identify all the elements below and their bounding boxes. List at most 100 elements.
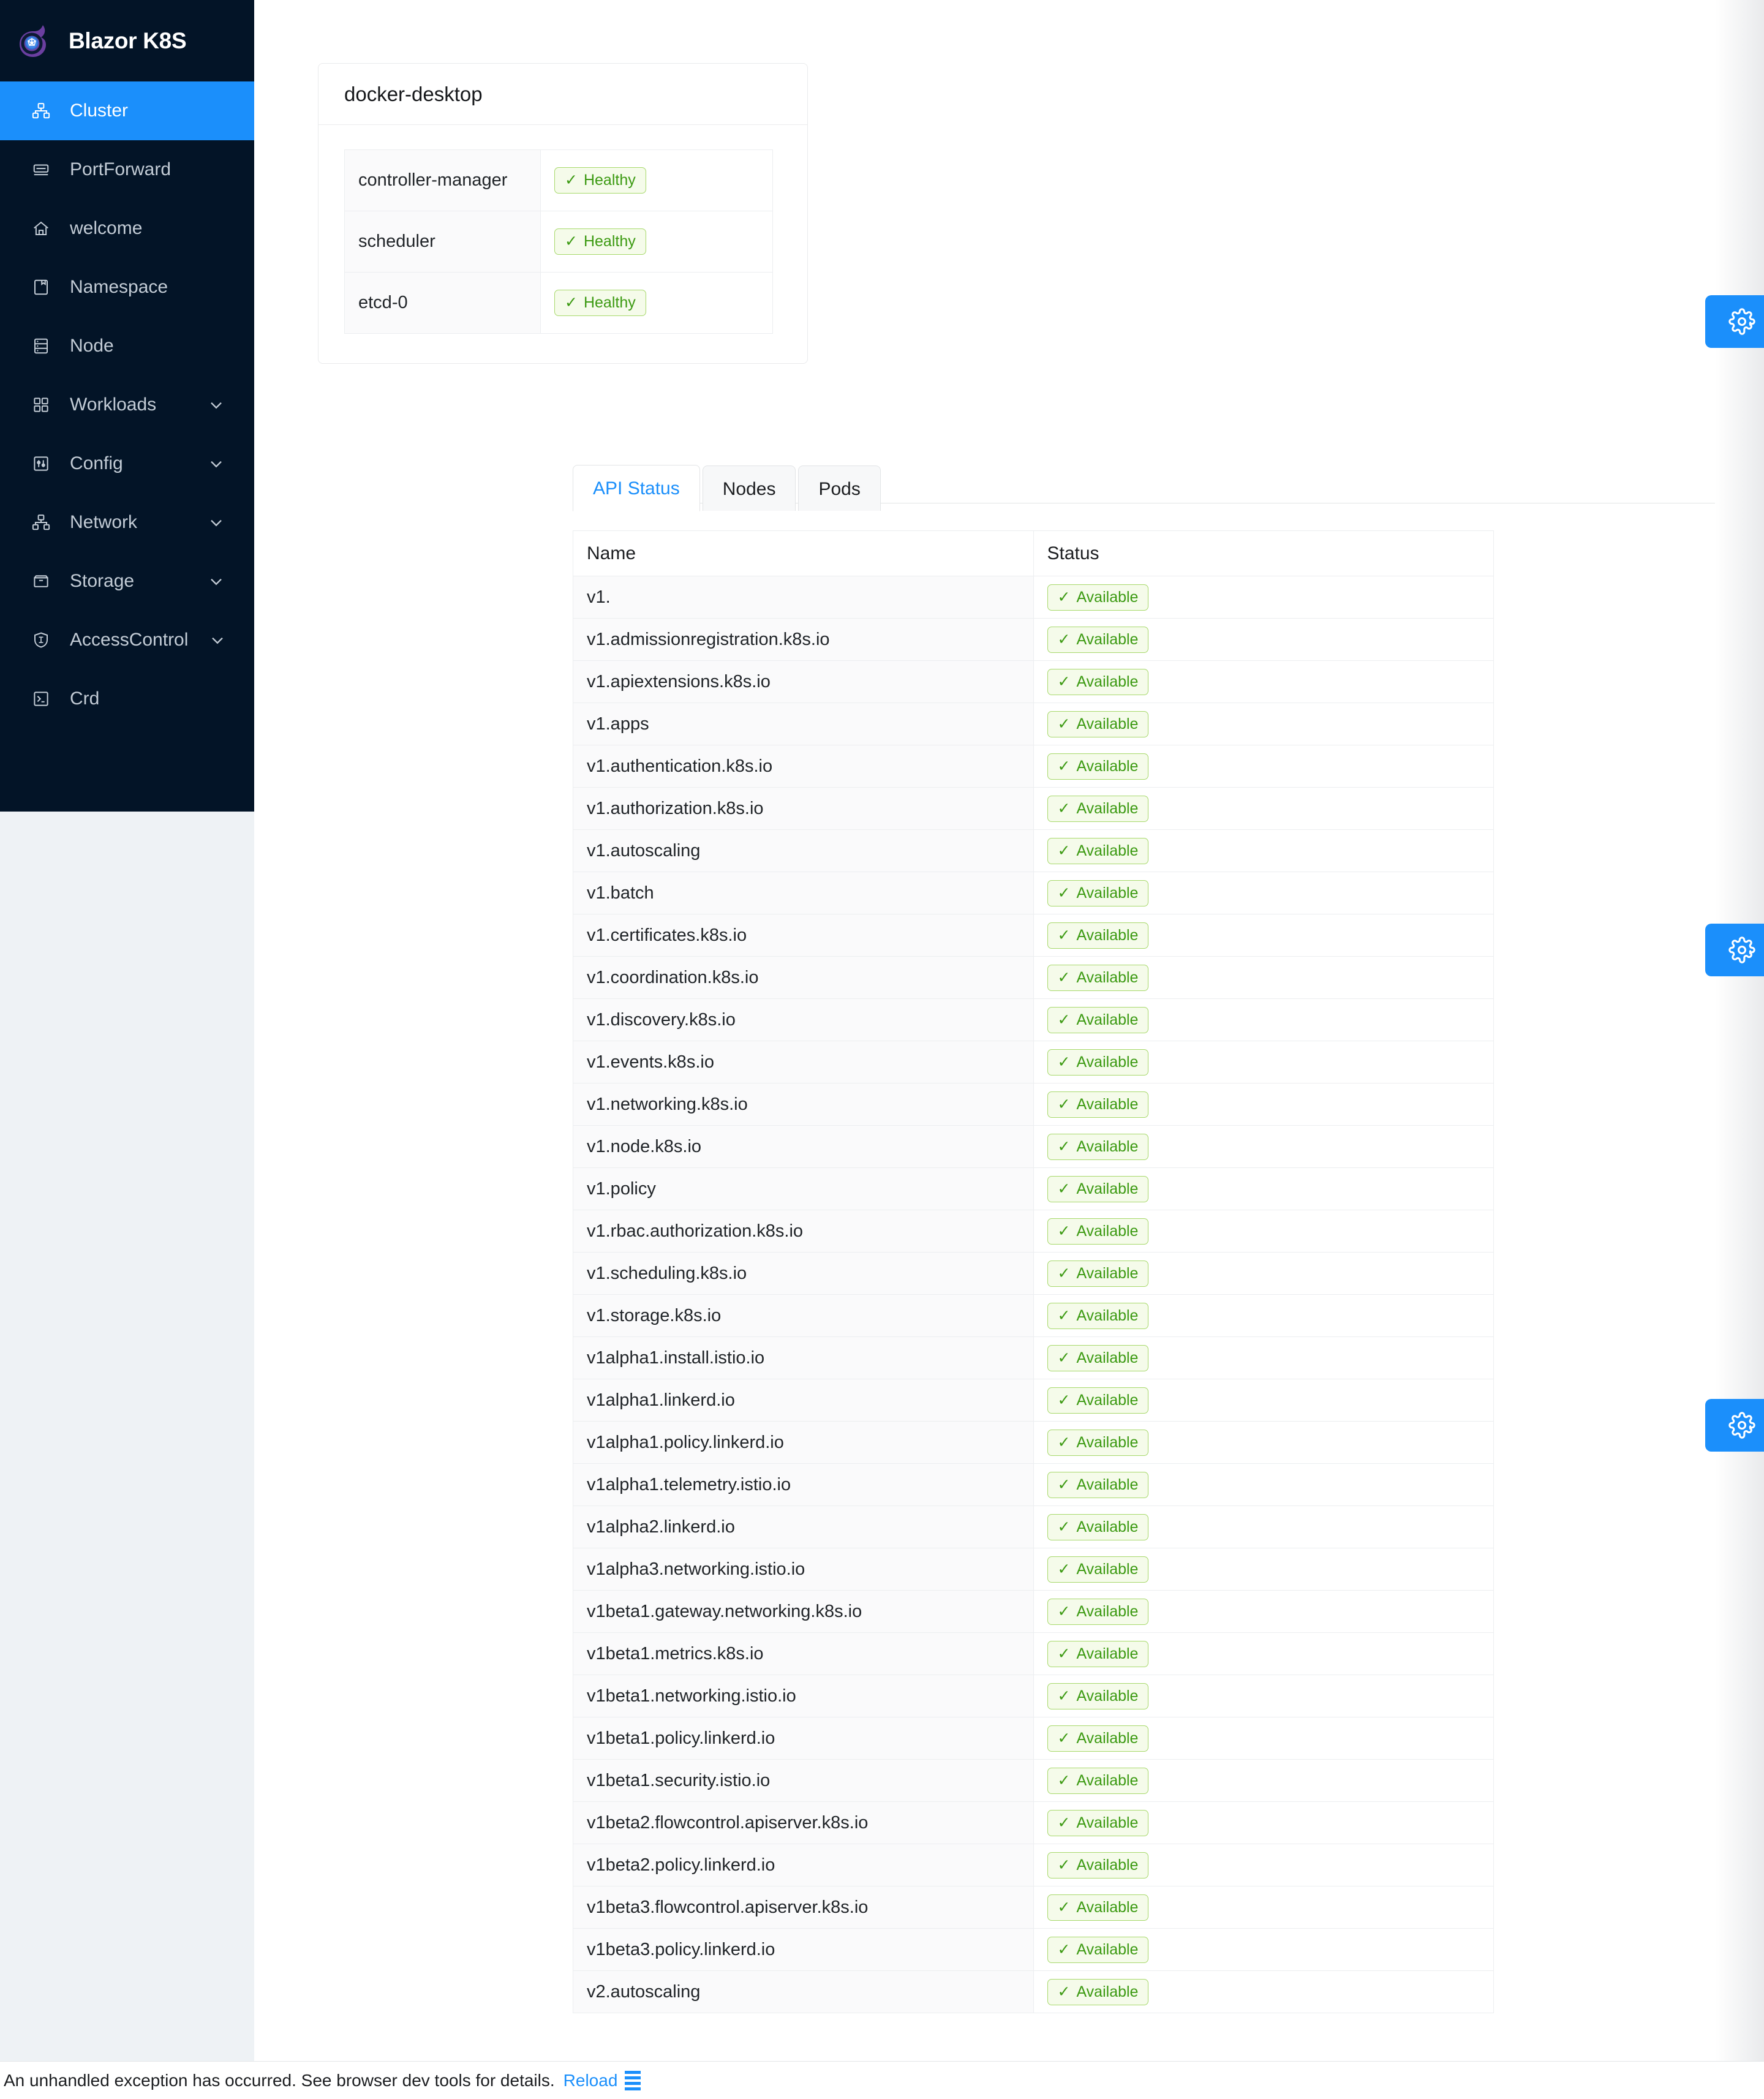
table-row: v1alpha1.telemetry.istio.io ✓ Available [573, 1463, 1494, 1506]
gear-icon [1728, 308, 1755, 335]
settings-gear-button-1[interactable] [1705, 295, 1764, 348]
chevron-down-icon[interactable] [205, 394, 227, 416]
api-status-cell: ✓ Available [1033, 872, 1494, 914]
check-icon: ✓ [1057, 968, 1071, 986]
cluster-components-table: controller-manager ✓ Healthy scheduler ✓… [344, 149, 773, 334]
table-row: v1alpha1.linkerd.io ✓ Available [573, 1379, 1494, 1422]
api-status-cell: ✓ Available [1033, 703, 1494, 745]
api-name-cell: v1.apps [573, 703, 1034, 745]
settings-gear-button-3[interactable] [1705, 1399, 1764, 1452]
workloads-icon [31, 394, 51, 415]
status-label: Available [1076, 1940, 1139, 1958]
check-icon: ✓ [1057, 799, 1071, 817]
api-status-cell: ✓ Available [1033, 1590, 1494, 1633]
status-badge: ✓ Available [1047, 1387, 1149, 1414]
gear-icon [1728, 1412, 1755, 1439]
check-icon: ✓ [1057, 1391, 1071, 1409]
api-name-cell: v1alpha3.networking.istio.io [573, 1548, 1034, 1591]
chevron-down-icon[interactable] [206, 629, 228, 651]
status-label: Available [1076, 1306, 1139, 1324]
check-icon: ✓ [1057, 1518, 1071, 1536]
sidebar-item-crd[interactable]: Crd [0, 669, 254, 728]
column-header-name: Name [573, 530, 1034, 576]
node-icon [31, 336, 51, 356]
table-row: v1.autoscaling ✓ Available [573, 829, 1494, 872]
sidebar-item-node[interactable]: Node [0, 317, 254, 375]
api-status-cell: ✓ Available [1033, 829, 1494, 872]
table-row: v1.admissionregistration.k8s.io ✓ Availabl… [573, 618, 1494, 661]
check-icon: ✓ [1057, 1180, 1071, 1197]
sidebar-item-namespace[interactable]: Namespace [0, 258, 254, 317]
status-badge: ✓ Healthy [554, 228, 646, 255]
status-badge: ✓ Available [1047, 1513, 1149, 1540]
settings-gear-button-2[interactable] [1705, 924, 1764, 976]
dismiss-icon[interactable] [625, 2070, 641, 2090]
table-row: v1alpha1.policy.linkerd.io ✓ Available [573, 1421, 1494, 1464]
tab-api-status[interactable]: API Status [573, 465, 700, 511]
status-label: Available [1076, 1771, 1139, 1789]
api-status-cell: ✓ Available [1033, 1463, 1494, 1506]
chevron-down-icon[interactable] [205, 511, 227, 533]
api-name-cell: v1.apiextensions.k8s.io [573, 660, 1034, 703]
status-label: Available [1076, 1856, 1139, 1874]
component-name: scheduler [344, 211, 541, 273]
check-icon: ✓ [1057, 1095, 1071, 1113]
api-status-cell: ✓ Available [1033, 1801, 1494, 1844]
api-status-cell: ✓ Available [1033, 1252, 1494, 1295]
reload-link[interactable]: Reload [564, 2071, 618, 2090]
column-header-status: Status [1033, 530, 1494, 576]
chevron-down-icon[interactable] [205, 453, 227, 475]
table-row: v1.apiextensions.k8s.io ✓ Available [573, 660, 1494, 703]
sidebar-item-storage[interactable]: Storage [0, 552, 254, 611]
status-badge: ✓ Available [1047, 1598, 1149, 1625]
status-badge: ✓ Available [1047, 1218, 1149, 1245]
sidebar-item-cluster[interactable]: Cluster [0, 81, 254, 140]
brand-title: Blazor K8S [69, 28, 187, 53]
status-badge: ✓ Available [1047, 1344, 1149, 1371]
api-status-cell: ✓ Available [1033, 745, 1494, 788]
sidebar-item-accesscontrol[interactable]: AccessControl [0, 611, 254, 669]
check-icon: ✓ [1057, 1306, 1071, 1324]
table-row: v1beta1.metrics.k8s.io ✓ Available [573, 1632, 1494, 1675]
status-badge: ✓ Available [1047, 1556, 1149, 1583]
sidebar-item-network[interactable]: Network [0, 493, 254, 552]
tab-nodes[interactable]: Nodes [702, 465, 796, 511]
api-status-cell: ✓ Available [1033, 1970, 1494, 2013]
status-badge: ✓ Available [1047, 837, 1149, 864]
api-name-cell: v1alpha1.install.istio.io [573, 1336, 1034, 1379]
table-row: v1.authentication.k8s.io ✓ Available [573, 745, 1494, 788]
status-badge: ✓ Available [1047, 1978, 1149, 2005]
check-icon: ✓ [1057, 1349, 1071, 1366]
brand: Blazor K8S [0, 0, 254, 81]
status-label: Available [1076, 1011, 1139, 1028]
table-row: v1beta1.gateway.networking.k8s.io ✓ Availa… [573, 1590, 1494, 1633]
api-status-cell: ✓ Available [1033, 1041, 1494, 1083]
api-name-cell: v1alpha1.policy.linkerd.io [573, 1421, 1034, 1464]
status-badge: ✓ Healthy [554, 290, 646, 316]
sidebar-item-workloads[interactable]: Workloads [0, 375, 254, 434]
sidebar-item-portforward[interactable]: PortForward [0, 140, 254, 199]
status-label: Healthy [583, 171, 636, 189]
sidebar-item-config[interactable]: Config [0, 434, 254, 493]
api-status-cell: ✓ Available [1033, 1294, 1494, 1337]
storage-icon [31, 571, 51, 592]
sidebar-item-welcome[interactable]: welcome [0, 199, 254, 258]
check-icon: ✓ [1057, 630, 1071, 648]
api-name-cell: v1.storage.k8s.io [573, 1294, 1034, 1337]
api-status-cell: ✓ Available [1033, 1548, 1494, 1591]
cluster-card-body: controller-manager ✓ Healthy scheduler ✓… [318, 125, 807, 363]
status-badge: ✓ Available [1047, 1936, 1149, 1963]
sidebar-item-label: Config [70, 453, 123, 473]
api-name-cell: v1beta3.policy.linkerd.io [573, 1928, 1034, 1971]
sidebar-item-label: AccessControl [70, 630, 189, 650]
status-label: Available [1076, 1391, 1139, 1409]
api-name-cell: v1.authorization.k8s.io [573, 787, 1034, 830]
api-status-cell: ✓ Available [1033, 1675, 1494, 1717]
status-label: Healthy [583, 294, 636, 311]
status-label: Available [1076, 842, 1139, 859]
sidebar-item-label: Namespace [70, 277, 168, 297]
status-label: Available [1076, 1898, 1139, 1916]
tab-pods[interactable]: Pods [798, 465, 881, 511]
chevron-down-icon[interactable] [205, 570, 227, 592]
table-row: v1beta1.security.istio.io ✓ Available [573, 1759, 1494, 1802]
